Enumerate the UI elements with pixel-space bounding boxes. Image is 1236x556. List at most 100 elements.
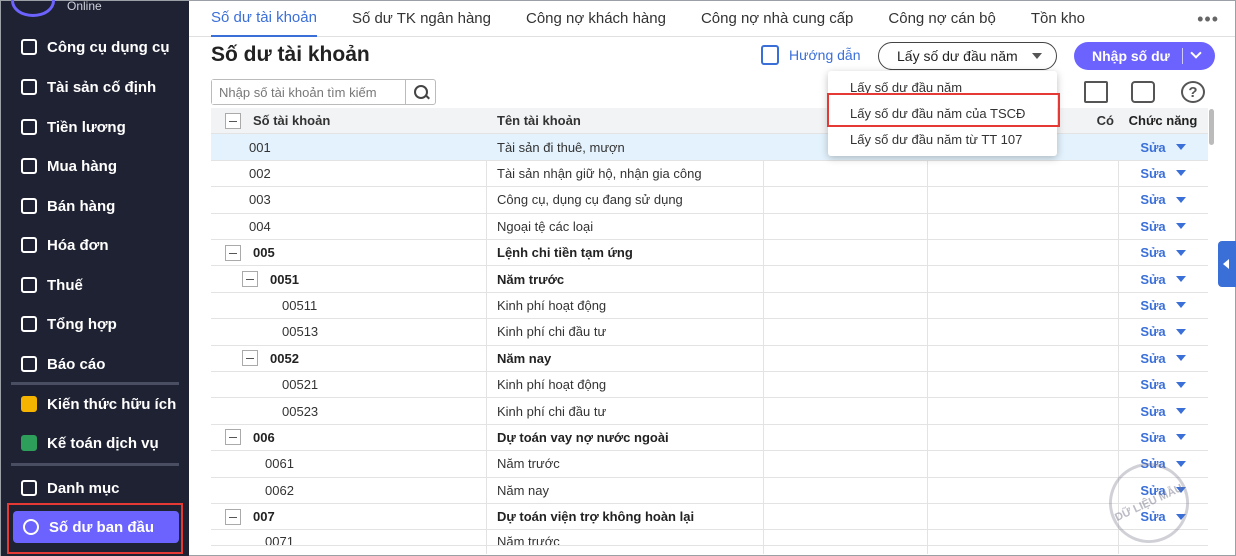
account-name: Tài sản đi thuê, mượn [497, 139, 625, 155]
caret-down-icon[interactable] [1175, 223, 1186, 230]
table-row[interactable]: 0061 Năm trước Sửa [211, 451, 1208, 478]
collapse-panel-icon[interactable] [1218, 241, 1236, 287]
import-balance-button[interactable]: Nhập số dư [1074, 42, 1215, 70]
tab-customer-debt[interactable]: Công nợ khách hàng [526, 1, 666, 37]
edit-button[interactable]: Sửa [1118, 346, 1208, 371]
edit-button[interactable]: Sửa [1118, 319, 1208, 344]
header-name: Tên tài khoản [497, 113, 581, 129]
button-divider [1182, 48, 1183, 64]
collapse-icon[interactable] [225, 508, 241, 525]
table-row[interactable]: 00513 Kinh phí chi đầu tư Sửa [211, 319, 1208, 346]
fetch-opening-balance-button[interactable]: Lấy số dư đầu năm [878, 42, 1057, 70]
header-function: Chức năng [1128, 113, 1198, 129]
sidebar-item-reports[interactable]: Báo cáo [11, 348, 181, 380]
tab-account-balance[interactable]: Số dư tài khoản [211, 1, 317, 37]
caret-down-icon[interactable] [1175, 302, 1186, 309]
edit-button[interactable]: Sửa [1118, 398, 1208, 423]
sidebar-item-catalog[interactable]: Danh mục [11, 472, 181, 504]
table-row[interactable]: 0062 Năm nay Sửa [211, 478, 1208, 504]
account-name: Kinh phí chi đầu tư [497, 324, 607, 340]
sidebar-item-summary[interactable]: Tổng hợp [11, 308, 181, 340]
caret-down-icon[interactable] [1175, 170, 1186, 177]
toolbox-icon [21, 39, 37, 55]
tab-bank-balance[interactable]: Số dư TK ngân hàng [352, 1, 491, 37]
table-row[interactable]: 004 Ngoại tệ các loại Sửa [211, 214, 1208, 240]
sidebar-item-salary[interactable]: Tiền lương [11, 111, 181, 143]
edit-button[interactable]: Sửa [1118, 161, 1208, 186]
truck-icon [21, 79, 37, 95]
sidebar-item-invoice[interactable]: Hóa đơn [11, 229, 181, 261]
sidebar-item-purchase[interactable]: Mua hàng [11, 150, 181, 182]
edit-button[interactable]: Sửa [1118, 134, 1208, 159]
caret-down-icon[interactable] [1175, 408, 1186, 415]
caret-down-icon[interactable] [1175, 355, 1186, 362]
caret-down-icon[interactable] [1175, 196, 1186, 203]
sidebar-item-label: Tiền lương [47, 118, 126, 136]
sidebar-item-tax[interactable]: Thuế [11, 269, 181, 301]
caret-down-icon[interactable] [1175, 276, 1186, 283]
edit-button[interactable]: Sửa [1118, 214, 1208, 239]
caret-down-icon[interactable] [1175, 460, 1186, 467]
collapse-all-icon[interactable] [225, 112, 241, 129]
edit-button[interactable]: Sửa [1118, 372, 1208, 397]
caret-down-icon[interactable] [1175, 434, 1186, 441]
table-row[interactable]: 006 Dự toán vay nợ nước ngoài Sửa [211, 425, 1208, 452]
edit-button[interactable]: Sửa [1118, 240, 1208, 265]
account-number: 004 [249, 218, 271, 234]
print-icon[interactable] [1131, 81, 1155, 103]
collapse-icon[interactable] [225, 429, 241, 446]
sidebar-item-knowledge[interactable]: Kiến thức hữu ích [11, 388, 181, 420]
sidebar-item-label: Công cụ dụng cụ [47, 38, 170, 56]
clipboard-icon [21, 316, 37, 332]
table-row[interactable]: 0051 Năm trước Sửa [211, 266, 1208, 293]
account-number: 001 [249, 139, 271, 155]
tab-staff-debt[interactable]: Công nợ cán bộ [888, 1, 995, 37]
edit-label: Sửa [1140, 271, 1166, 287]
table-row[interactable]: 0071 Năm trước [211, 530, 1208, 547]
table-row[interactable]: 002 Tài sản nhận giữ hộ, nhận gia công S… [211, 161, 1208, 188]
account-number: 00513 [282, 324, 319, 340]
search-input[interactable] [212, 80, 406, 104]
logo-text: Online [67, 0, 102, 13]
more-icon[interactable]: ••• [1197, 9, 1219, 30]
table-row[interactable]: 003 Công cụ, dụng cụ đang sử dụng Sửa [211, 187, 1208, 214]
invoice-icon [21, 237, 37, 253]
sidebar-item-fixed-assets[interactable]: Tài sản cố định [11, 71, 181, 103]
account-number: 003 [249, 192, 271, 208]
email-icon[interactable] [1084, 81, 1108, 103]
table-row[interactable]: 005 Lệnh chi tiền tạm ứng Sửa [211, 240, 1208, 267]
caret-down-icon[interactable] [1175, 381, 1186, 388]
table-row[interactable]: 00511 Kinh phí hoạt động Sửa [211, 293, 1208, 320]
table-row[interactable]: 00523 Kinh phí chi đầu tư Sửa [211, 398, 1208, 425]
tab-supplier-debt[interactable]: Công nợ nhà cung cấp [701, 1, 853, 37]
table-row[interactable]: 00521 Kinh phí hoạt động Sửa [211, 372, 1208, 399]
menu-item-tt107-balance[interactable]: Lấy số dư đầu năm từ TT 107 [828, 126, 1057, 152]
caret-down-icon[interactable] [1175, 144, 1186, 151]
search-icon[interactable] [405, 80, 435, 104]
edit-button[interactable]: Sửa [1118, 187, 1208, 212]
collapse-icon[interactable] [225, 244, 241, 261]
header-credit: Có [1096, 113, 1114, 129]
import-button-label: Nhập số dư [1092, 48, 1170, 64]
chevron-down-icon[interactable] [1190, 47, 1202, 59]
highlight-box [827, 93, 1060, 127]
edit-button[interactable]: Sửa [1118, 266, 1208, 291]
collapse-icon[interactable] [242, 350, 258, 367]
table-row[interactable]: 007 Dự toán viện trợ không hoàn lại Sửa [211, 504, 1208, 531]
guide-label: Hướng dẫn [789, 47, 861, 63]
sidebar-item-accounting-service[interactable]: Kế toán dịch vụ [11, 427, 181, 459]
table-row[interactable]: 0052 Năm nay Sửa [211, 346, 1208, 372]
sidebar-item-tools[interactable]: Công cụ dụng cụ [11, 31, 181, 63]
sidebar-item-sales[interactable]: Bán hàng [11, 190, 181, 222]
caret-down-icon[interactable] [1175, 328, 1186, 335]
scrollbar-thumb[interactable] [1209, 109, 1214, 145]
tab-inventory[interactable]: Tồn kho [1031, 1, 1085, 37]
edit-button[interactable]: Sửa [1118, 293, 1208, 318]
help-icon[interactable]: ? [1181, 81, 1205, 103]
table-row[interactable]: 001 Tài sản đi thuê, mượn Sửa [211, 134, 1208, 161]
edit-button[interactable]: Sửa [1118, 425, 1208, 450]
guide-link[interactable]: Hướng dẫn [761, 45, 860, 65]
account-number: 0061 [265, 456, 294, 472]
collapse-icon[interactable] [242, 271, 258, 288]
caret-down-icon[interactable] [1175, 249, 1186, 256]
